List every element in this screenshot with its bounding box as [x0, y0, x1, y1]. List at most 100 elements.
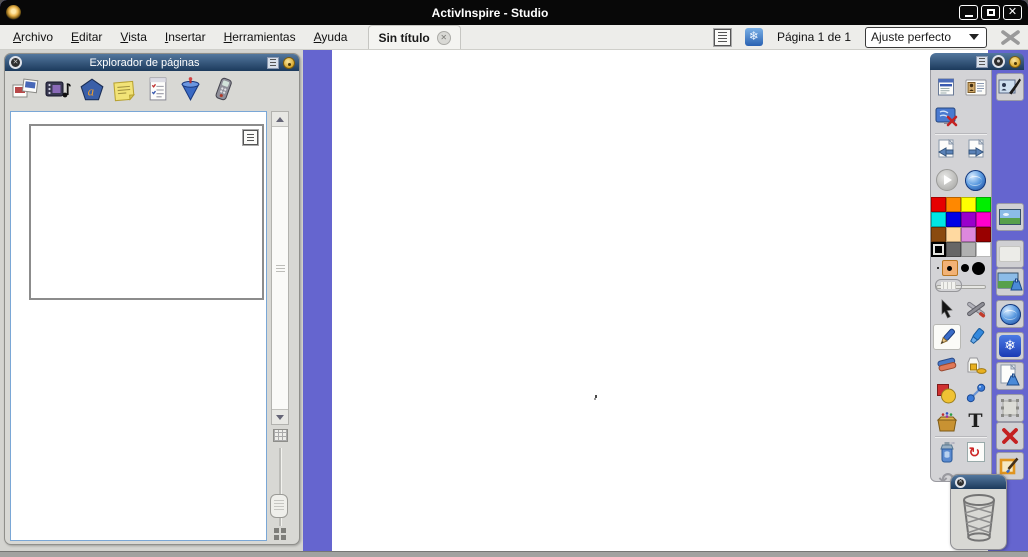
select-tool-button[interactable]: [933, 296, 961, 322]
pen-width-slider[interactable]: [932, 277, 990, 295]
math-tools-button[interactable]: ❄: [996, 332, 1024, 360]
eraser-tool-button[interactable]: [933, 352, 961, 378]
color-swatch-selected[interactable]: [931, 242, 946, 257]
menu-editar[interactable]: Editar: [62, 26, 111, 48]
color-swatch[interactable]: [976, 227, 991, 242]
document-tab[interactable]: Sin título ✕: [368, 25, 461, 49]
toolbox-spacer: [962, 104, 990, 130]
globe-button[interactable]: [996, 300, 1024, 328]
menu-archivo[interactable]: Archivo: [4, 26, 62, 48]
pin-icon[interactable]: [283, 56, 295, 69]
color-swatch[interactable]: [976, 242, 991, 257]
highlighter-tool-button[interactable]: [962, 324, 990, 350]
properties-explorer-icon[interactable]: [143, 76, 172, 103]
main-menu-button[interactable]: [933, 74, 961, 100]
maximize-button[interactable]: [981, 5, 1000, 20]
color-swatch[interactable]: [946, 242, 961, 257]
fill-tool-button[interactable]: [962, 352, 990, 378]
color-swatch[interactable]: [946, 227, 961, 242]
actions-explorer-icon[interactable]: [176, 76, 205, 103]
close-icon[interactable]: ✕: [9, 56, 22, 69]
pen-width-8[interactable]: [972, 261, 986, 275]
fit-select[interactable]: Ajuste perfecto: [865, 26, 987, 48]
color-swatch[interactable]: [931, 227, 946, 242]
color-swatch[interactable]: [976, 197, 991, 212]
app-window: ActivInspire - Studio ✕ Archivo Editar V…: [0, 0, 1028, 557]
toolbox-header[interactable]: ●: [930, 53, 1024, 70]
media-explorer-icon[interactable]: [44, 76, 73, 103]
play-button[interactable]: [933, 167, 961, 193]
pen-width-2-selected[interactable]: [941, 260, 958, 276]
pin-icon[interactable]: [1009, 55, 1021, 68]
shapes-tool-button[interactable]: [933, 380, 961, 406]
minimize-button[interactable]: [959, 5, 978, 20]
page-reset-button[interactable]: [996, 362, 1024, 390]
menu-ayuda[interactable]: Ayuda: [305, 26, 357, 48]
page-menu-icon[interactable]: [267, 56, 279, 69]
deselect-button[interactable]: [996, 394, 1024, 422]
delete-button[interactable]: [996, 422, 1024, 450]
pen-tool-button[interactable]: [932, 324, 961, 350]
images-explorer-icon[interactable]: [11, 76, 40, 103]
snapshot-button[interactable]: [996, 203, 1024, 231]
voting-explorer-icon[interactable]: [209, 76, 238, 103]
scrollbar-thumb[interactable]: [272, 126, 288, 410]
page-explorer-header[interactable]: ✕ Explorador de páginas: [5, 54, 299, 71]
scroll-down-icon[interactable]: [272, 410, 288, 424]
trash-can-icon[interactable]: [959, 492, 999, 544]
color-swatch[interactable]: [931, 197, 946, 212]
notes-explorer-icon[interactable]: [110, 76, 139, 103]
flipchart-canvas[interactable]: [332, 50, 988, 551]
text-tool-button[interactable]: T: [962, 408, 990, 434]
color-swatch[interactable]: [931, 212, 946, 227]
color-swatch[interactable]: [976, 212, 991, 227]
page-menu-icon[interactable]: [243, 130, 258, 145]
pen-width-4[interactable]: [961, 264, 970, 272]
trash-panel-header[interactable]: ✕: [951, 475, 1006, 489]
page-list-scrollbar[interactable]: [271, 111, 289, 425]
color-swatch[interactable]: [946, 212, 961, 227]
objects-explorer-icon[interactable]: a: [77, 76, 106, 103]
color-swatch[interactable]: [961, 212, 976, 227]
camera-button[interactable]: [996, 240, 1024, 268]
profile-button[interactable]: [962, 74, 990, 100]
close-icon[interactable]: ✕: [955, 476, 966, 488]
page-thumbnail-list[interactable]: [10, 111, 267, 541]
page-thumbnail-1[interactable]: [29, 124, 264, 300]
menu-bar: Archivo Editar Vista Insertar Herramient…: [0, 25, 1028, 50]
trash-panel: ✕: [950, 474, 1007, 550]
roll-up-icon[interactable]: ●: [992, 55, 1005, 68]
fit-resize-icon[interactable]: [1001, 29, 1020, 45]
reset-page-button[interactable]: ↻: [962, 439, 990, 465]
next-page-button[interactable]: [962, 137, 990, 163]
previous-page-button[interactable]: [933, 137, 961, 163]
pen-mark: [594, 395, 598, 400]
color-swatch[interactable]: [961, 227, 976, 242]
menu-vista[interactable]: Vista: [111, 26, 155, 48]
connector-tool-button[interactable]: [962, 380, 990, 406]
color-palette: [931, 197, 991, 257]
tools-button[interactable]: [962, 296, 990, 322]
slider-handle[interactable]: [935, 279, 962, 292]
color-swatch[interactable]: [961, 242, 976, 257]
page-menu-icon[interactable]: [976, 55, 988, 68]
menu-insertar[interactable]: Insertar: [156, 26, 215, 48]
tab-close-icon[interactable]: ✕: [436, 30, 451, 45]
color-swatch[interactable]: [961, 197, 976, 212]
color-swatch[interactable]: [946, 197, 961, 212]
clear-annotations-button[interactable]: [933, 439, 961, 465]
resource-box-button[interactable]: [933, 408, 961, 434]
menu-herramientas[interactable]: Herramientas: [215, 26, 305, 48]
close-button[interactable]: ✕: [1003, 5, 1022, 20]
thumbnail-size-large-icon[interactable]: [274, 528, 286, 540]
snowflake-icon[interactable]: ❄: [744, 28, 763, 46]
photo-export-button[interactable]: [996, 268, 1024, 296]
pen-width-1[interactable]: [936, 267, 939, 269]
scroll-up-icon[interactable]: [272, 112, 288, 126]
thumbnail-size-small-icon[interactable]: [273, 429, 288, 442]
desktop-tools-button[interactable]: [933, 104, 961, 130]
page-menu-icon[interactable]: [713, 28, 731, 46]
annotate-desktop-button[interactable]: [996, 73, 1024, 101]
browser-button[interactable]: [962, 167, 990, 193]
thumbnail-zoom-slider-handle[interactable]: [270, 494, 288, 518]
